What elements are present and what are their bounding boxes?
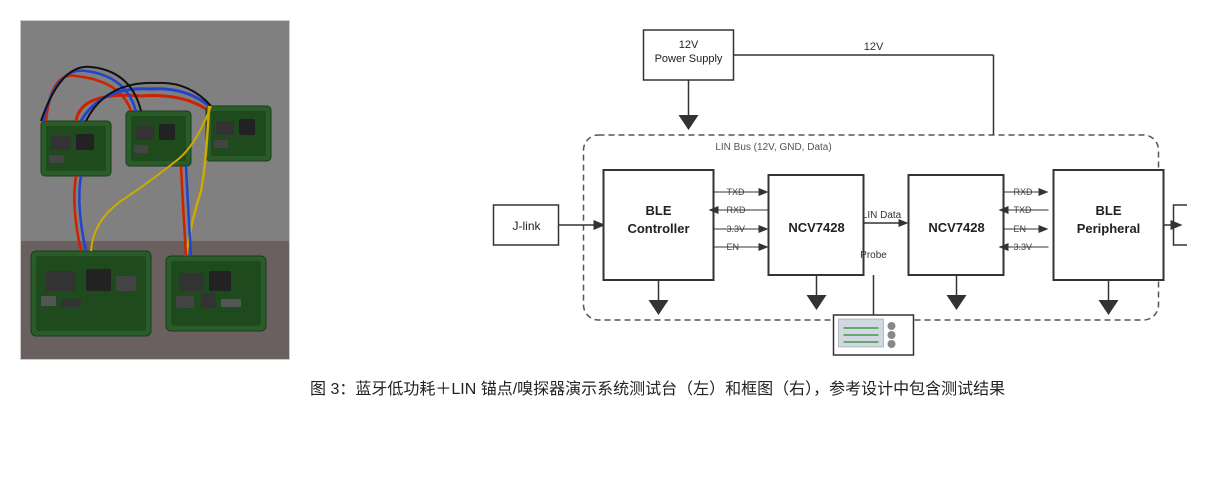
- svg-text:NCV7428: NCV7428: [788, 220, 844, 235]
- svg-text:12V: 12V: [864, 41, 884, 53]
- svg-text:Power Supply: Power Supply: [655, 53, 723, 65]
- content-area: 12V Power Supply 12V LIN Bus (12V, GND, …: [20, 20, 1187, 484]
- svg-text:Peripheral: Peripheral: [1077, 221, 1141, 236]
- svg-text:LIN Bus (12V, GND, Data): LIN Bus (12V, GND, Data): [715, 142, 831, 153]
- diagram-section: 12V Power Supply 12V LIN Bus (12V, GND, …: [310, 20, 1187, 402]
- svg-text:BLE: BLE: [1096, 203, 1122, 218]
- svg-text:BLE: BLE: [646, 203, 672, 218]
- photo-section: [20, 20, 290, 360]
- svg-text:12V: 12V: [679, 39, 699, 51]
- svg-text:Controller: Controller: [627, 221, 689, 236]
- photo-svg: [21, 21, 290, 360]
- svg-text:J-link: J-link: [512, 219, 541, 233]
- svg-text:LIN Data: LIN Data: [862, 210, 902, 221]
- diagram-svg: 12V Power Supply 12V LIN Bus (12V, GND, …: [310, 20, 1187, 360]
- caption: 图 3：蓝牙低功耗＋LIN 锚点/嗅探器演示系统测试台（左）和框图（右），参考设…: [310, 378, 1187, 402]
- diagram-container: 12V Power Supply 12V LIN Bus (12V, GND, …: [310, 20, 1187, 360]
- svg-text:NCV7428: NCV7428: [928, 220, 984, 235]
- svg-text:Probe: Probe: [860, 250, 887, 261]
